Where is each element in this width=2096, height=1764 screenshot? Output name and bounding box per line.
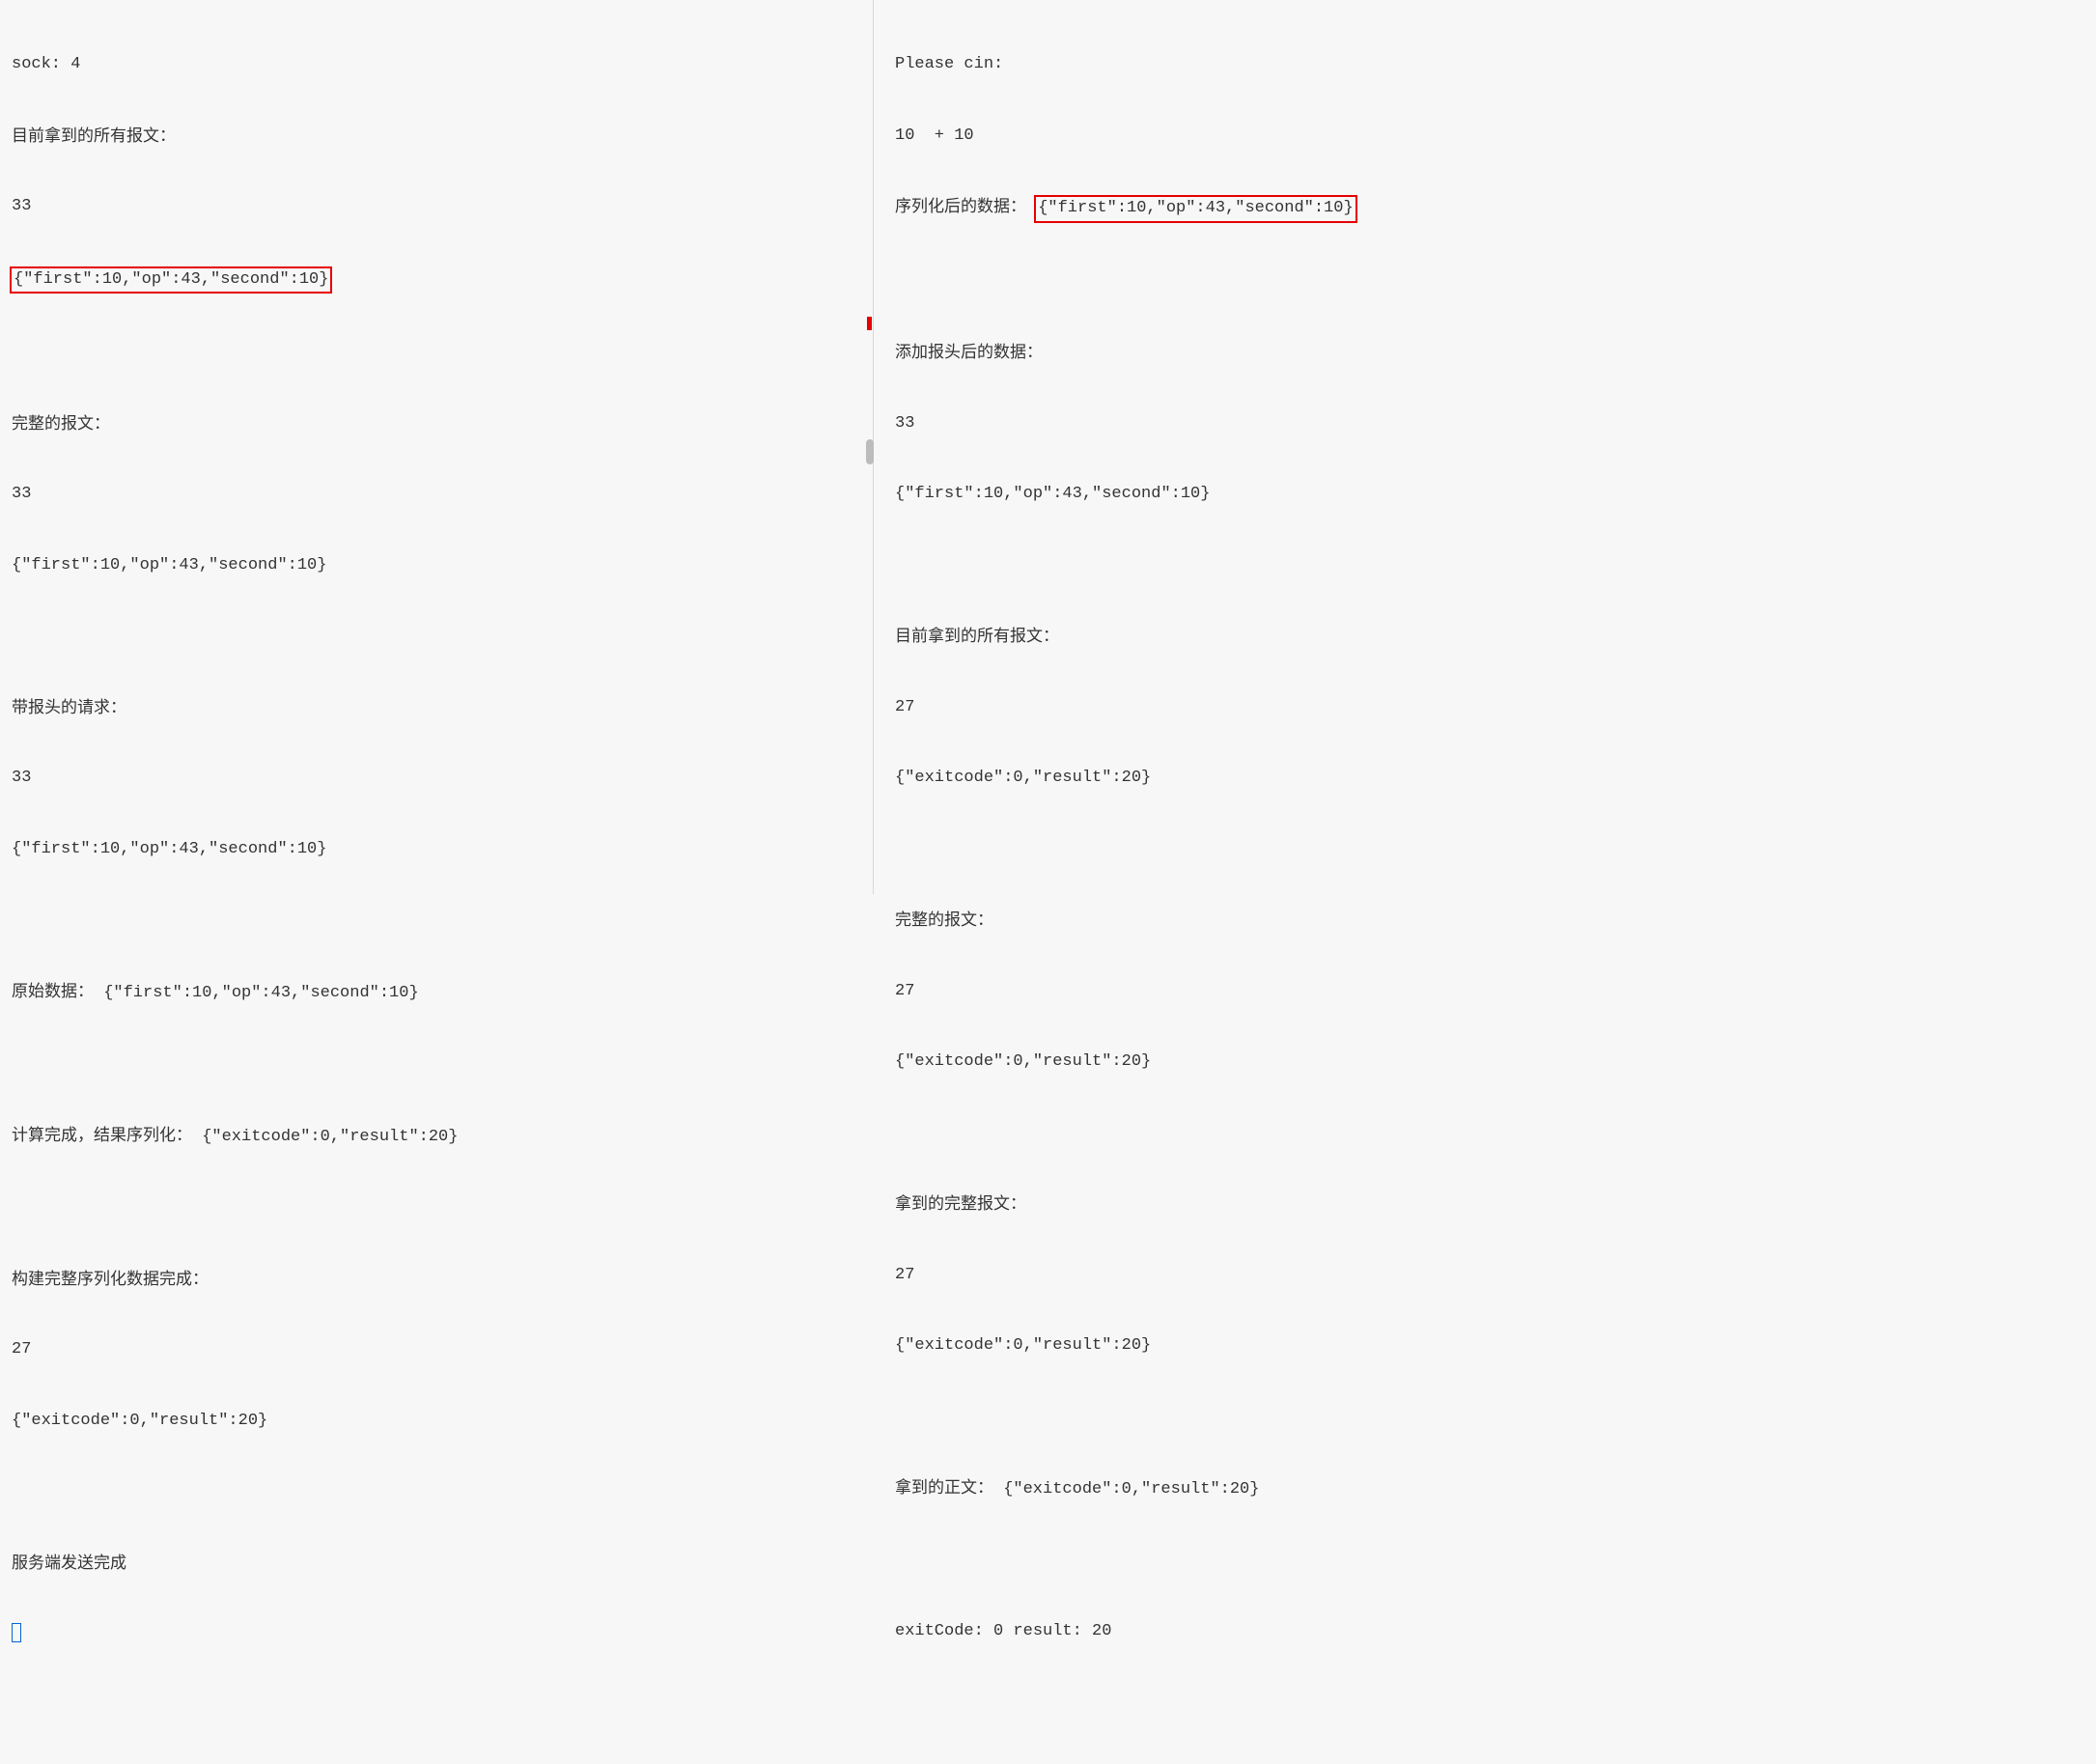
label-text: 序列化后的数据： — [895, 197, 1026, 215]
cursor-icon — [12, 1623, 21, 1642]
terminal-line — [12, 625, 861, 649]
terminal-line: sock: 4 — [12, 53, 861, 77]
terminal-line: 33 — [12, 483, 861, 507]
terminal-line: {"first":10,"op":43,"second":10} — [895, 483, 2084, 507]
terminal-line: 27 — [12, 1338, 861, 1362]
terminal-line: 原始数据： {"first":10,"op":43,"second":10} — [12, 980, 861, 1006]
terminal-line: 目前拿到的所有报文： — [12, 125, 861, 149]
terminal-line — [12, 341, 861, 365]
terminal-line: {"exitcode":0,"result":20} — [12, 1410, 861, 1434]
highlight-box: {"first":10,"op":43,"second":10} — [10, 266, 332, 294]
value-text: {"exitcode":0,"result":20} — [202, 1128, 458, 1146]
right-terminal-pane[interactable]: Please cin: 10 + 10 序列化后的数据： {"first":10… — [874, 0, 2096, 894]
left-terminal-pane[interactable]: sock: 4 目前拿到的所有报文： 33 {"first":10,"op":4… — [0, 0, 874, 894]
terminal-line: 拿到的正文： {"exitcode":0,"result":20} — [895, 1476, 2084, 1502]
terminal-line: exitCode: 0 result: 20 — [895, 1620, 2084, 1644]
marker-icon — [867, 317, 872, 330]
terminal-line: 33 — [895, 412, 2084, 436]
highlight-box: {"first":10,"op":43,"second":10} — [1034, 195, 1356, 223]
terminal-line: Please cin: — [895, 53, 2084, 77]
terminal-line: 带报头的请求： — [12, 696, 861, 720]
terminal-line — [895, 838, 2084, 862]
terminal-line: {"first":10,"op":43,"second":10} — [12, 554, 861, 578]
label-text: 原始数据： — [12, 982, 94, 1000]
label-text: 拿到的正文： — [895, 1478, 993, 1497]
terminal-line — [895, 1406, 2084, 1430]
terminal-line: 完整的报文： — [12, 412, 861, 436]
terminal-line: 完整的报文： — [895, 909, 2084, 933]
terminal-line: 10 + 10 — [895, 125, 2084, 149]
terminal-line: {"exitcode":0,"result":20} — [895, 1334, 2084, 1358]
terminal-line: 27 — [895, 1264, 2084, 1288]
terminal-line — [12, 909, 861, 933]
terminal-line: 添加报头后的数据： — [895, 341, 2084, 365]
terminal-line: 计算完成，结果序列化： {"exitcode":0,"result":20} — [12, 1124, 861, 1150]
terminal-line: 服务端发送完成 — [12, 1552, 861, 1576]
split-terminal-container: sock: 4 目前拿到的所有报文： 33 {"first":10,"op":4… — [0, 0, 2096, 894]
label-text: 计算完成，结果序列化： — [12, 1126, 192, 1144]
value-text: {"exitcode":0,"result":20} — [1003, 1480, 1259, 1498]
terminal-line: 33 — [12, 195, 861, 219]
value-text: {"first":10,"op":43,"second":10} — [103, 984, 418, 1002]
terminal-line: 33 — [12, 767, 861, 791]
terminal-line — [895, 270, 2084, 294]
terminal-line: 构建完整序列化数据完成： — [12, 1268, 861, 1292]
terminal-line — [12, 1480, 861, 1504]
terminal-line: {"exitcode":0,"result":20} — [895, 767, 2084, 791]
terminal-line — [12, 1052, 861, 1077]
terminal-line: 27 — [895, 696, 2084, 720]
terminal-line: 目前拿到的所有报文： — [895, 625, 2084, 649]
terminal-line — [895, 1550, 2084, 1574]
terminal-line — [895, 1122, 2084, 1146]
terminal-line: 拿到的完整报文： — [895, 1192, 2084, 1217]
scrollbar-thumb[interactable] — [866, 439, 874, 464]
terminal-line: {"first":10,"op":43,"second":10} — [12, 266, 861, 294]
terminal-line: {"first":10,"op":43,"second":10} — [12, 838, 861, 862]
terminal-line: 27 — [895, 980, 2084, 1004]
terminal-line — [12, 1196, 861, 1220]
terminal-line — [12, 1622, 861, 1646]
terminal-line: {"exitcode":0,"result":20} — [895, 1050, 2084, 1075]
terminal-line: 序列化后的数据： {"first":10,"op":43,"second":10… — [895, 195, 2084, 223]
terminal-line — [895, 554, 2084, 578]
